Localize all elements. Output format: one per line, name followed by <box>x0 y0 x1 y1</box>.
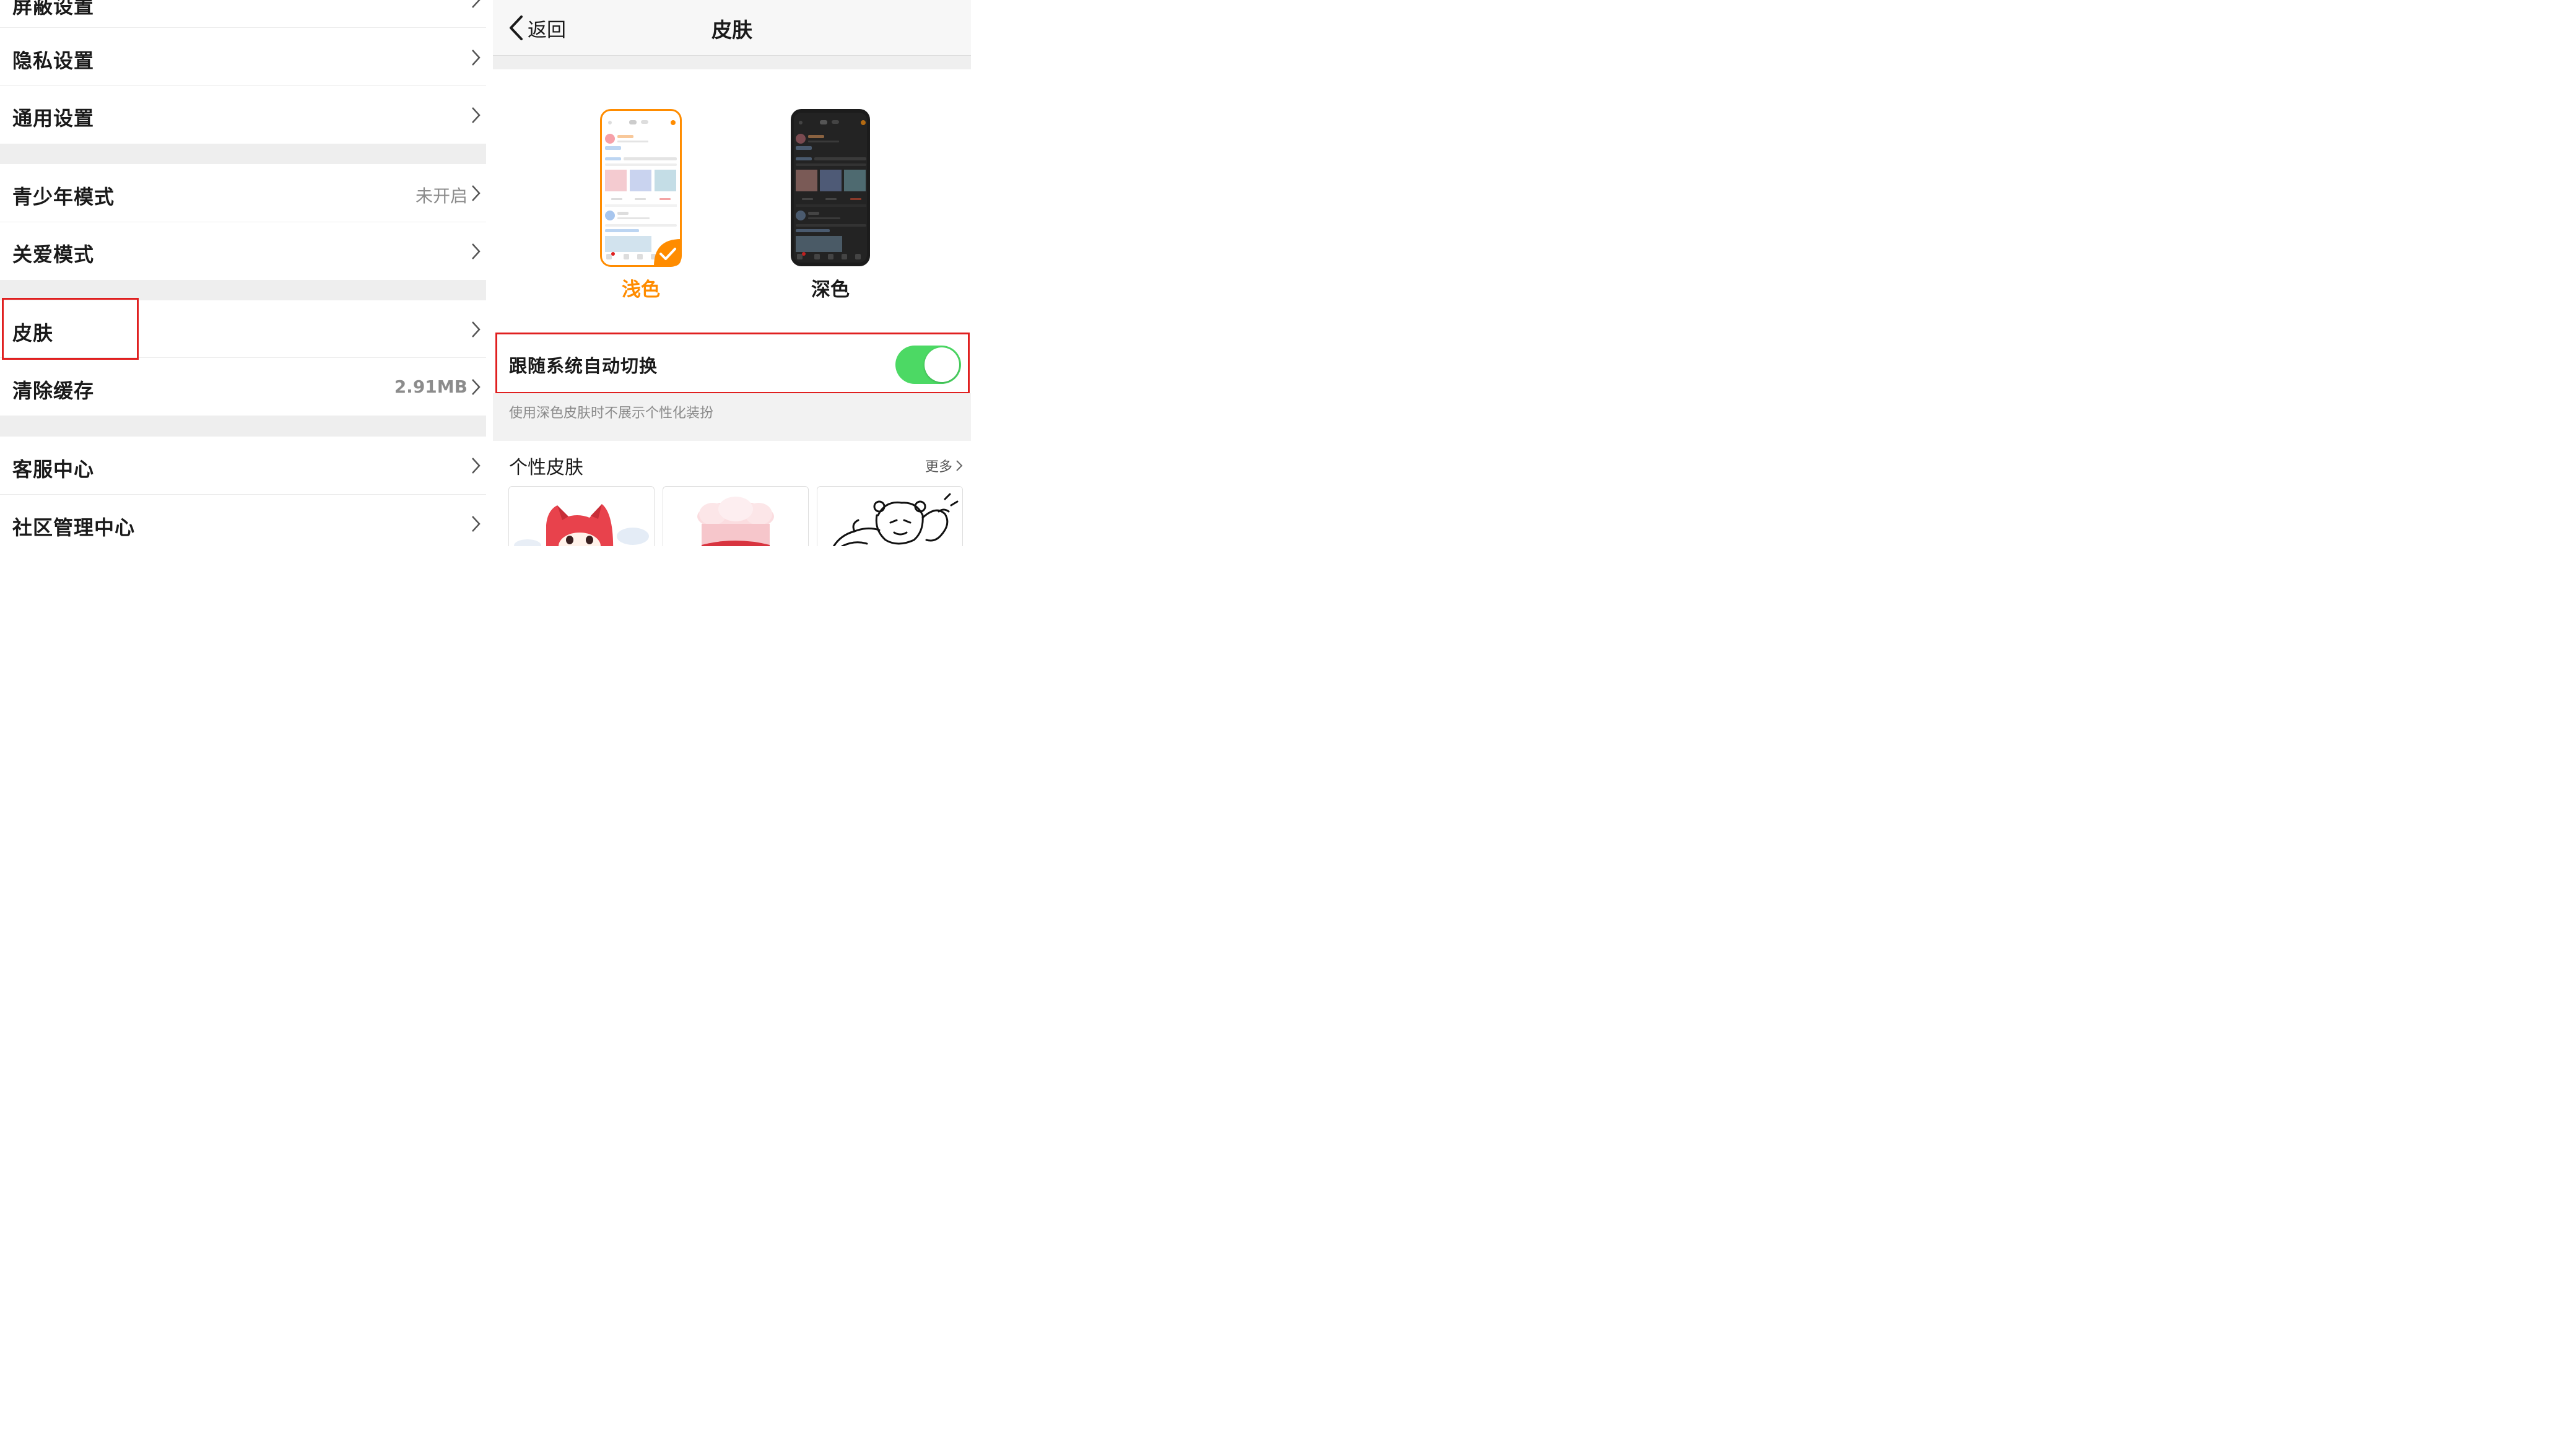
skin-thumb-chef[interactable] <box>663 486 809 546</box>
skin-label-dark: 深色 <box>811 279 850 301</box>
page-title: 皮肤 <box>711 18 752 42</box>
settings-list-panel: 屏蔽设置 隐私设置 通用设置 青少年模式 未开启 关爱模式 皮肤 清除缓存 2.… <box>0 0 486 552</box>
settings-row-label: 皮肤 <box>12 321 54 345</box>
settings-row-label: 屏蔽设置 <box>12 0 95 18</box>
chef-skin-image <box>697 497 774 546</box>
settings-row-general[interactable]: 通用设置 <box>0 86 486 144</box>
chevron-right-icon <box>472 321 481 337</box>
fox-skin-image <box>514 504 649 546</box>
settings-row-block[interactable]: 屏蔽设置 <box>0 0 486 28</box>
settings-row-label: 清除缓存 <box>12 379 95 402</box>
header-gap <box>493 56 971 69</box>
chevron-right-icon <box>472 0 481 8</box>
settings-row-care-mode[interactable]: 关爱模式 <box>0 222 486 280</box>
hint-area: 使用深色皮肤时不展示个性化装扮 <box>493 393 971 441</box>
personal-skins-section: 个性皮肤 更多 <box>493 441 971 546</box>
chevron-right-icon <box>472 185 481 201</box>
section-gap <box>0 144 486 164</box>
more-link[interactable]: 更多 <box>925 456 964 476</box>
settings-row-privacy[interactable]: 隐私设置 <box>0 28 486 86</box>
toggle-knob <box>925 347 959 382</box>
check-icon <box>654 239 681 266</box>
chevron-right-icon <box>472 516 481 532</box>
skin-settings-panel: 返回 皮肤 浅色 深色 跟随系统自动切换 使用深色皮肤时不展示个性化装扮 个性皮… <box>493 0 971 546</box>
settings-row-label: 关爱模式 <box>12 243 95 266</box>
more-label: 更多 <box>925 459 952 475</box>
skin-thumb-fox[interactable] <box>508 486 655 546</box>
panel-divider <box>486 0 493 546</box>
settings-row-customer-service[interactable]: 客服中心 <box>0 437 486 495</box>
chevron-right-icon <box>472 50 481 66</box>
skin-option-dark[interactable] <box>791 109 872 267</box>
skin-thumb-muscle-bear[interactable] <box>817 486 963 546</box>
auto-switch-label: 跟随系统自动切换 <box>509 355 658 376</box>
settings-row-teen-mode[interactable]: 青少年模式 未开启 <box>0 164 486 222</box>
settings-row-skin[interactable]: 皮肤 <box>0 300 486 358</box>
section-gap <box>0 280 486 300</box>
skin-label-light: 浅色 <box>622 279 660 301</box>
dark-skin-hint: 使用深色皮肤时不展示个性化装扮 <box>509 406 714 421</box>
settings-row-community-management[interactable]: 社区管理中心 <box>0 495 486 552</box>
teen-mode-status: 未开启 <box>415 186 468 206</box>
settings-row-label: 隐私设置 <box>12 49 95 72</box>
cache-size-value: 2.91MB <box>394 376 468 397</box>
auto-switch-toggle[interactable] <box>895 346 961 384</box>
settings-row-label: 客服中心 <box>12 458 95 481</box>
settings-row-clear-cache[interactable]: 清除缓存 2.91MB <box>0 358 486 416</box>
chevron-right-icon <box>472 243 481 259</box>
chevron-right-icon <box>472 458 481 474</box>
settings-row-label: 青少年模式 <box>12 185 115 209</box>
chevron-right-icon <box>472 379 481 395</box>
navigation-bar: 返回 皮肤 <box>493 0 971 56</box>
section-gap <box>0 416 486 437</box>
personal-skins-title: 个性皮肤 <box>509 457 583 479</box>
muscle-bear-skin-image <box>832 493 959 546</box>
dark-skin-preview-icon <box>791 109 870 266</box>
settings-row-label: 通用设置 <box>12 107 95 130</box>
auto-switch-row: 跟随系统自动切换 <box>493 334 971 393</box>
skin-option-light[interactable] <box>600 109 682 267</box>
chevron-right-icon <box>956 460 963 471</box>
chevron-right-icon <box>472 107 481 123</box>
settings-row-label: 社区管理中心 <box>12 516 136 539</box>
